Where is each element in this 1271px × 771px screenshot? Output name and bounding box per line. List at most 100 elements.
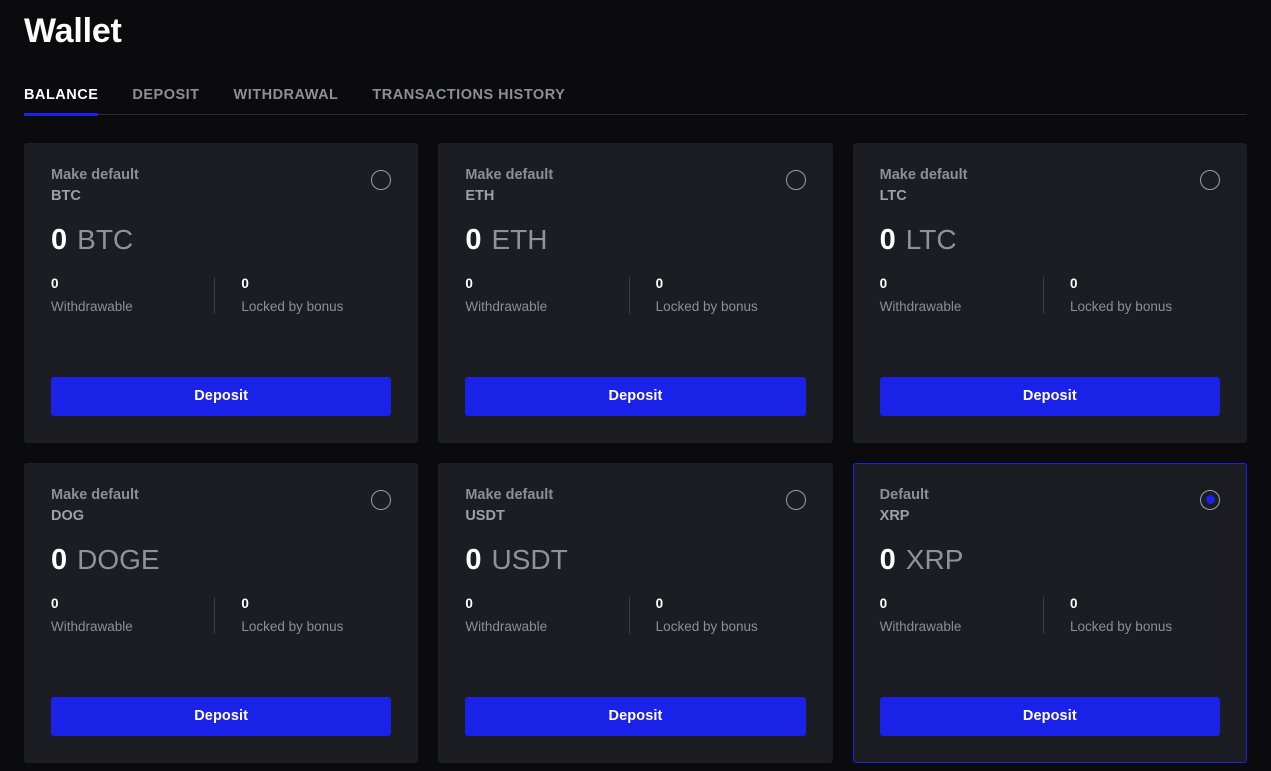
balance-amount: 0 [51, 543, 68, 576]
currency-code: LTC [879, 188, 907, 204]
stat-label: Withdrawable [879, 619, 962, 634]
stat-locked-by-bonus: 0 Locked by bonus [628, 275, 806, 314]
stat-value: 0 [879, 275, 888, 291]
balance-ticker: XRP [905, 543, 964, 575]
currency-card-grid: Make default BTC 0 BTC 0 Withdrawable 0 … [24, 142, 1247, 763]
stat-value: 0 [655, 275, 664, 291]
card-stats: 0 Withdrawable 0 Locked by bonus [465, 275, 806, 314]
stat-label: Withdrawable [879, 299, 962, 314]
make-default-radio[interactable] [1200, 489, 1220, 510]
stat-label: Locked by bonus [241, 619, 344, 634]
balance-row: 0 ETH [465, 223, 805, 256]
currency-card-btc[interactable]: Make default BTC 0 BTC 0 Withdrawable 0 … [24, 142, 419, 443]
default-label: Default [879, 486, 929, 503]
radio-dot [1206, 175, 1215, 184]
tab-balance[interactable]: BALANCE [24, 87, 99, 116]
stat-label: Withdrawable [51, 619, 133, 634]
deposit-button[interactable]: Deposit [465, 376, 806, 416]
card-header: Make default ETH [465, 167, 806, 204]
card-stats: 0 Withdrawable 0 Locked by bonus [879, 595, 1220, 634]
make-default-radio[interactable] [1200, 169, 1220, 190]
stat-withdrawable: 0 Withdrawable [465, 596, 628, 634]
deposit-button[interactable]: Deposit [51, 376, 392, 416]
make-default-label[interactable]: Make default [51, 167, 139, 183]
stat-label: Locked by bonus [655, 299, 758, 314]
wallet-page: Wallet BALANCE DEPOSIT WITHDRAWAL TRANSA… [0, 0, 1271, 771]
tab-transactions-history[interactable]: TRANSACTIONS HISTORY [372, 87, 565, 114]
balance-amount: 0 [51, 223, 68, 256]
card-header-text: Make default LTC [879, 167, 968, 204]
deposit-button[interactable]: Deposit [465, 696, 806, 736]
card-header: Default XRP [879, 486, 1220, 524]
stat-withdrawable: 0 Withdrawable [465, 275, 628, 314]
card-stats: 0 Withdrawable 0 Locked by bonus [465, 595, 806, 634]
currency-card-eth[interactable]: Make default ETH 0 ETH 0 Withdrawable 0 … [438, 142, 833, 443]
balance-amount: 0 [879, 543, 896, 576]
make-default-label[interactable]: Make default [465, 487, 553, 503]
balance-ticker: BTC [77, 223, 134, 255]
deposit-button[interactable]: Deposit [879, 376, 1220, 416]
card-header: Make default LTC [879, 167, 1220, 204]
stat-locked-by-bonus: 0 Locked by bonus [1043, 275, 1220, 314]
stat-label: Withdrawable [465, 619, 548, 634]
balance-ticker: ETH [491, 223, 548, 255]
balance-ticker: USDT [491, 543, 568, 575]
radio-dot [791, 495, 800, 504]
stat-value: 0 [51, 275, 59, 291]
stat-withdrawable: 0 Withdrawable [51, 275, 214, 314]
deposit-button[interactable]: Deposit [879, 696, 1220, 736]
currency-card-usdt[interactable]: Make default USDT 0 USDT 0 Withdrawable … [438, 462, 833, 763]
make-default-label[interactable]: Make default [51, 487, 139, 503]
balance-ticker: DOGE [77, 543, 160, 575]
stat-value: 0 [879, 595, 888, 611]
make-default-radio[interactable] [785, 489, 806, 510]
stat-locked-by-bonus: 0 Locked by bonus [628, 595, 806, 634]
currency-card-doge[interactable]: Make default DOG 0 DOGE 0 Withdrawable 0… [24, 462, 419, 763]
card-header: Make default USDT [465, 487, 806, 524]
balance-ticker: LTC [905, 223, 957, 255]
make-default-label[interactable]: Make default [465, 167, 553, 183]
balance-row: 0 BTC [51, 223, 391, 256]
stat-value: 0 [1070, 275, 1078, 291]
stat-label: Locked by bonus [1070, 619, 1173, 634]
card-header: Make default BTC [51, 167, 392, 204]
card-header-text: Make default USDT [465, 487, 553, 524]
stat-value: 0 [51, 595, 59, 611]
deposit-button[interactable]: Deposit [51, 696, 392, 736]
radio-dot [377, 175, 386, 184]
stat-locked-by-bonus: 0 Locked by bonus [214, 275, 391, 314]
stat-label: Locked by bonus [241, 299, 344, 314]
stat-label: Locked by bonus [655, 619, 758, 634]
card-header-text: Make default ETH [465, 167, 553, 204]
card-stats: 0 Withdrawable 0 Locked by bonus [51, 595, 391, 634]
stat-value: 0 [655, 595, 664, 611]
card-stats: 0 Withdrawable 0 Locked by bonus [879, 275, 1220, 314]
currency-card-xrp[interactable]: Default XRP 0 XRP 0 Withdrawable 0 Locke… [852, 462, 1247, 763]
page-title: Wallet [24, 12, 122, 50]
stat-label: Locked by bonus [1070, 299, 1173, 314]
balance-row: 0 DOGE [51, 543, 391, 576]
currency-code: ETH [465, 188, 495, 204]
balance-row: 0 XRP [879, 543, 1220, 576]
stat-label: Withdrawable [51, 299, 133, 314]
stat-value: 0 [1070, 595, 1078, 611]
card-header-text: Default XRP [879, 486, 929, 524]
currency-code: DOG [51, 508, 85, 524]
balance-amount: 0 [465, 223, 482, 256]
stat-locked-by-bonus: 0 Locked by bonus [214, 596, 391, 634]
make-default-radio[interactable] [371, 169, 392, 190]
card-stats: 0 Withdrawable 0 Locked by bonus [51, 275, 391, 314]
wallet-tabs: BALANCE DEPOSIT WITHDRAWAL TRANSACTIONS … [24, 75, 1247, 116]
tab-withdrawal[interactable]: WITHDRAWAL [234, 87, 339, 114]
stat-withdrawable: 0 Withdrawable [879, 275, 1043, 314]
currency-card-ltc[interactable]: Make default LTC 0 LTC 0 Withdrawable 0 … [852, 142, 1247, 443]
stat-value: 0 [465, 275, 473, 291]
tab-deposit[interactable]: DEPOSIT [132, 87, 199, 114]
balance-amount: 0 [879, 223, 896, 256]
make-default-radio[interactable] [371, 489, 392, 510]
make-default-radio[interactable] [785, 169, 806, 190]
radio-dot [1205, 495, 1215, 504]
currency-code: BTC [51, 188, 81, 204]
make-default-label[interactable]: Make default [880, 167, 968, 183]
stat-value: 0 [241, 275, 249, 291]
